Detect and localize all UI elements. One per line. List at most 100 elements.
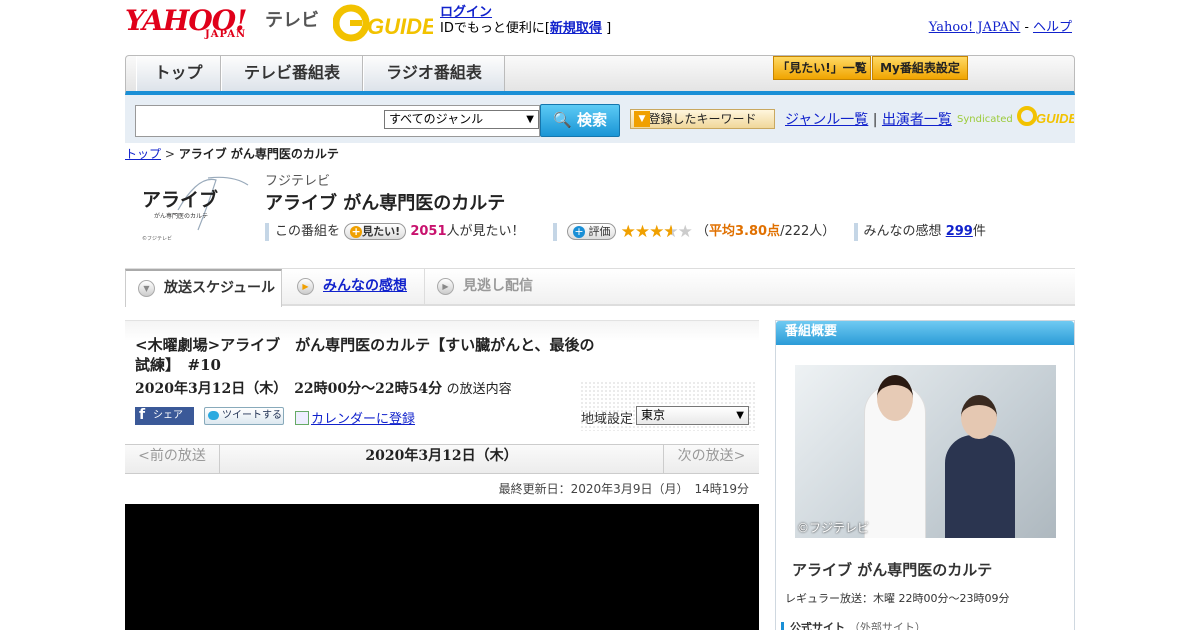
- program-logo: アライブ がん専門医のカルテ ©フジテレビ: [142, 176, 249, 242]
- calendar-icon: [295, 411, 309, 425]
- breadcrumb-top-link[interactable]: トップ: [125, 147, 161, 161]
- twitter-bird-icon: [208, 411, 219, 420]
- play-arrow-icon: ▶: [297, 278, 314, 295]
- dropdown-arrow-icon: ▼: [526, 114, 534, 125]
- kansou-count-link[interactable]: 299: [946, 224, 973, 239]
- search-bar: すべてのジャンル ▼ 🔍 検索 ▼ 登録したキーワード ジャンル一覧 | 出演者…: [125, 95, 1077, 143]
- official-site-link[interactable]: 公式サイト （外部サイト）: [781, 622, 926, 630]
- search-icon: 🔍: [553, 111, 572, 129]
- photo-figure: [961, 395, 997, 439]
- sidebar-program-title: アライブ がん専門医のカルテ: [792, 561, 993, 579]
- rating-count: /222人）: [780, 224, 836, 239]
- svg-text:GUIDE: GUIDE: [367, 14, 433, 39]
- link-separator: -: [1020, 20, 1033, 35]
- program-title: アライブ がん専門医のカルテ: [265, 193, 506, 214]
- region-setting: 地域設定 東京 ▼: [580, 381, 755, 431]
- search-links: ジャンル一覧 | 出演者一覧: [785, 109, 952, 129]
- performer-list-link[interactable]: 出演者一覧: [882, 112, 952, 128]
- yahoo-japan-link[interactable]: Yahoo! JAPAN: [929, 20, 1021, 35]
- previous-broadcast-button[interactable]: <前の放送: [125, 445, 220, 473]
- my-schedule-settings-button[interactable]: My番組表設定: [872, 56, 968, 80]
- region-label: 地域設定: [581, 412, 634, 427]
- dropdown-triangle-icon: ▼: [634, 111, 650, 127]
- program-photo: ©フジテレビ: [795, 365, 1056, 538]
- tab-kansou[interactable]: ▶ みんなの感想: [285, 269, 425, 305]
- rate-button-label: 評価: [588, 225, 611, 238]
- yahoo-logo-japan: JAPAN: [205, 29, 247, 40]
- mitai-list-button[interactable]: 「見たい!」一覧: [773, 56, 871, 80]
- mitai-button-label: 見たい!: [362, 225, 401, 238]
- mitai-suffix: 人が見たい！: [446, 224, 525, 239]
- add-to-calendar-link[interactable]: カレンダーに登録: [295, 408, 415, 427]
- video-player[interactable]: [125, 504, 759, 630]
- tv-label: テレビ: [265, 10, 319, 31]
- search-button[interactable]: 🔍 検索: [540, 104, 620, 137]
- rating-stars: ★★★★ ★ ★: [620, 221, 693, 242]
- kansou-unit: 件: [972, 224, 986, 239]
- program-tabs: ▼ 放送スケジュール ▶ みんなの感想 ▶ 見逃し配信: [125, 268, 1075, 307]
- nav-tab-tv-schedule[interactable]: テレビ番組表: [221, 56, 363, 91]
- yahoo-japan-logo[interactable]: YAHOO! JAPAN: [125, 4, 260, 42]
- region-select[interactable]: 東京 ▼: [636, 406, 749, 425]
- help-link[interactable]: ヘルプ: [1033, 20, 1072, 35]
- syndicated-gguide-badge: Syndicated GUIDE: [957, 104, 1077, 128]
- genre-select[interactable]: すべてのジャンル ▼: [384, 110, 539, 129]
- top-right-links: Yahoo! JAPAN - ヘルプ: [929, 16, 1072, 35]
- add-to-calendar-label: カレンダーに登録: [311, 412, 416, 427]
- rating-paren: （: [695, 224, 709, 239]
- last-updated: 最終更新日：2020年3月9日（月） 14時19分: [498, 482, 749, 496]
- registered-keywords-label: 登録したキーワード: [648, 112, 757, 126]
- twitter-tweet-label: ツイートする: [222, 410, 282, 421]
- sidebar-heading: 番組概要: [776, 321, 1074, 345]
- photo-figure: [945, 435, 1015, 538]
- episode-title: <木曜劇場>アライブ がん専門医のカルテ【すい臓がんと、最後の試練】 #10: [135, 336, 595, 374]
- photo-credit: ©フジテレビ: [797, 521, 870, 535]
- program-logo-text: アライブ: [142, 188, 218, 211]
- regular-broadcast-time: レギュラー放送：木曜 22時00分～23時09分: [785, 592, 1010, 605]
- program-logo-subtitle: がん専門医のカルテ: [154, 212, 208, 220]
- dropdown-arrow-icon: ▼: [736, 410, 744, 421]
- facebook-share-button[interactable]: f シェア: [135, 407, 194, 425]
- signup-link[interactable]: 新規取得: [550, 21, 602, 36]
- breadcrumb-current: アライブ がん専門医のカルテ: [178, 147, 339, 161]
- twitter-tweet-button[interactable]: ツイートする: [204, 407, 284, 425]
- nav-tab-radio-schedule[interactable]: ラジオ番組表: [363, 56, 505, 91]
- link-separator: |: [872, 112, 878, 128]
- main-nav: トップ テレビ番組表 ラジオ番組表 「見たい!」一覧 My番組表設定: [125, 55, 1075, 95]
- facebook-share-label: シェア: [153, 410, 183, 421]
- login-link[interactable]: ログイン: [440, 5, 492, 20]
- login-prompt-end: ]: [606, 21, 612, 36]
- episode-info: <木曜劇場>アライブ がん専門医のカルテ【すい臓がんと、最後の試練】 #10 2…: [125, 320, 759, 431]
- mitai-prefix: この番組を: [275, 224, 341, 239]
- official-site-note: （外部サイト）: [848, 622, 926, 630]
- chevron-down-icon: ▼: [138, 280, 155, 297]
- genre-list-link[interactable]: ジャンル一覧: [785, 112, 868, 128]
- nav-tab-top[interactable]: トップ: [136, 56, 221, 91]
- episode-navigation: <前の放送 2020年3月12日（木） 次の放送>: [125, 444, 759, 474]
- gguide-small-logo: GUIDE: [1016, 106, 1077, 126]
- tab-broadcast-schedule[interactable]: ▼ 放送スケジュール: [125, 269, 282, 307]
- stat-divider: [552, 222, 557, 241]
- registered-keywords-button[interactable]: ▼ 登録したキーワード: [630, 109, 775, 129]
- syndicated-label: Syndicated: [957, 114, 1013, 125]
- current-broadcast-date: 2020年3月12日（木）: [365, 448, 518, 464]
- plus-icon: +: [350, 225, 363, 238]
- site-header: YAHOO! JAPAN テレビ GUIDE ログイン IDでもっと便利に[新規…: [125, 0, 1075, 52]
- facebook-icon: f: [139, 407, 146, 423]
- next-broadcast-button[interactable]: 次の放送>: [663, 445, 759, 473]
- rate-button[interactable]: + 評価: [566, 223, 617, 240]
- stat-divider: [853, 222, 858, 241]
- breadcrumb: トップ > アライブ がん専門医のカルテ: [125, 145, 339, 162]
- episode-date: 2020年3月12日（木） 22時00分～22時54分: [135, 381, 443, 397]
- login-prompt: IDでもっと便利に[: [440, 21, 550, 36]
- mitai-count: 2051: [410, 224, 447, 239]
- episode-date-suffix: の放送内容: [446, 382, 512, 397]
- program-stats: この番組を +見たい! 2051人が見たい！ + 評価 ★★★★ ★ ★ （平均3.…: [265, 220, 1075, 242]
- rating-average: 平均3.80点: [708, 224, 781, 239]
- mitai-button[interactable]: +見たい!: [344, 223, 407, 240]
- episode-datetime: 2020年3月12日（木） 22時00分～22時54分 の放送内容: [135, 378, 512, 398]
- svg-text:GUIDE: GUIDE: [1036, 111, 1074, 126]
- gguide-logo[interactable]: GUIDE: [333, 4, 433, 42]
- tab-minogashi-label: 見逃し配信: [463, 278, 533, 294]
- plus-icon: +: [572, 225, 585, 238]
